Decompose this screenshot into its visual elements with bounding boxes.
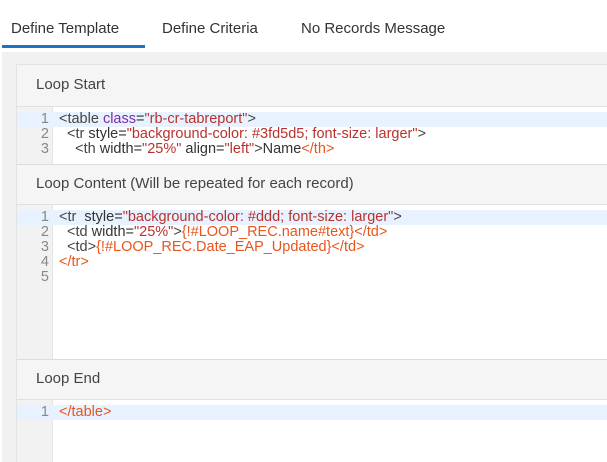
code-token: >	[173, 224, 182, 240]
code-line[interactable]: 2 <td width="25%">{!#LOOP_REC.name#text}…	[17, 225, 607, 240]
code-text: <td>{!#LOOP_REC.Date_EAP_Updated}</td>	[59, 239, 365, 255]
line-number: 3	[40, 141, 49, 157]
tab-define-criteria[interactable]: Define Criteria	[162, 20, 258, 37]
code-token: "rb-cr-tabreport"	[144, 111, 248, 127]
template-panel: Loop Start 1 <table class="rb-cr-tabrepor…	[2, 52, 607, 462]
code-token: </td>	[331, 239, 365, 255]
code-text: <table class="rb-cr-tabreport">	[59, 112, 256, 127]
code-line[interactable]: 1 <tr style="background-color: #ddd; font…	[17, 210, 607, 225]
code-token: style=	[84, 209, 123, 225]
template-sections: Loop Start 1 <table class="rb-cr-tabrepor…	[16, 64, 607, 462]
loop-content-editor[interactable]: 1 <tr style="background-color: #ddd; font…	[17, 204, 607, 359]
code-text: </tr>	[59, 255, 89, 270]
code-line[interactable]: 1 </table>	[17, 405, 607, 420]
code-token: <table	[59, 111, 103, 127]
line-number: 2	[40, 126, 49, 142]
loop-content-title: Loop Content (Will be repeated for each …	[36, 175, 354, 192]
code-token: </tr>	[59, 254, 89, 270]
code-token: class	[102, 111, 136, 127]
code-token: style=	[88, 126, 127, 142]
code-text: </table>	[59, 405, 111, 420]
loop-start-editor[interactable]: 1 <table class="rb-cr-tabreport"> 2 <tr st…	[17, 106, 607, 164]
code-token: "25%"	[142, 141, 182, 157]
code-token: align=	[181, 141, 225, 157]
loop-end-title: Loop End	[36, 370, 101, 387]
code-text: <tr style="background-color: #ddd; font-…	[59, 210, 402, 225]
code-token: {!#LOOP_REC.name#text}	[181, 224, 355, 240]
code-text: <tr style="background-color: #3fd5d5; fo…	[59, 127, 426, 142]
code-token: Name	[262, 141, 302, 157]
tab-define-template[interactable]: Define Template	[11, 20, 119, 37]
code-token: </td>	[354, 224, 388, 240]
loop-end-editor[interactable]: 1 </table>	[17, 399, 607, 462]
code-token: >	[393, 209, 402, 225]
code-line[interactable]: 3 <th width="25%" align="left">Name</th>	[17, 142, 607, 157]
code-token: >	[417, 126, 426, 142]
code-token: >	[247, 111, 256, 127]
line-number: 5	[40, 269, 49, 285]
code-line[interactable]: 2 <tr style="background-color: #3fd5d5; …	[17, 127, 607, 142]
code-token: >	[254, 141, 263, 157]
tab-bar: Define Template Define Criteria No Recor…	[0, 0, 607, 52]
code-token: "left"	[224, 141, 255, 157]
code-token: "25%"	[133, 224, 174, 240]
code-text: <th width="25%" align="left">Name</th>	[59, 142, 334, 157]
line-number: 1	[40, 209, 49, 225]
code-line[interactable]: 3 <td>{!#LOOP_REC.Date_EAP_Updated}</td>	[17, 240, 607, 255]
line-number: 1	[40, 111, 49, 127]
section-divider	[17, 164, 607, 165]
code-token: {!#LOOP_REC.Date_EAP_Updated}	[96, 239, 332, 255]
loop-start-title: Loop Start	[36, 76, 106, 93]
code-token: "background-color: #3fd5d5; font-size: l…	[126, 126, 418, 142]
line-number: 2	[40, 224, 49, 240]
code-text: <td width="25%">{!#LOOP_REC.name#text}</…	[59, 225, 387, 240]
code-token: <th	[59, 141, 100, 157]
line-number: 1	[40, 404, 49, 420]
code-token: </table>	[59, 404, 112, 420]
tab-no-records-message[interactable]: No Records Message	[301, 20, 445, 37]
code-token: <td>	[59, 239, 97, 255]
code-line[interactable]: 5	[17, 270, 607, 285]
code-token: width=	[91, 224, 134, 240]
code-token: "background-color: #ddd; font-size: larg…	[122, 209, 394, 225]
code-token: <td	[59, 224, 92, 240]
code-line[interactable]: 1 <table class="rb-cr-tabreport">	[17, 112, 607, 127]
code-token: </th>	[301, 141, 335, 157]
code-token: width=	[99, 141, 143, 157]
active-tab-indicator	[2, 45, 145, 48]
section-divider	[17, 359, 607, 360]
code-token: <tr	[59, 126, 89, 142]
line-number: 3	[40, 239, 49, 255]
code-line[interactable]: 4 </tr>	[17, 255, 607, 270]
code-token: <tr	[59, 209, 85, 225]
line-number: 4	[40, 254, 49, 270]
